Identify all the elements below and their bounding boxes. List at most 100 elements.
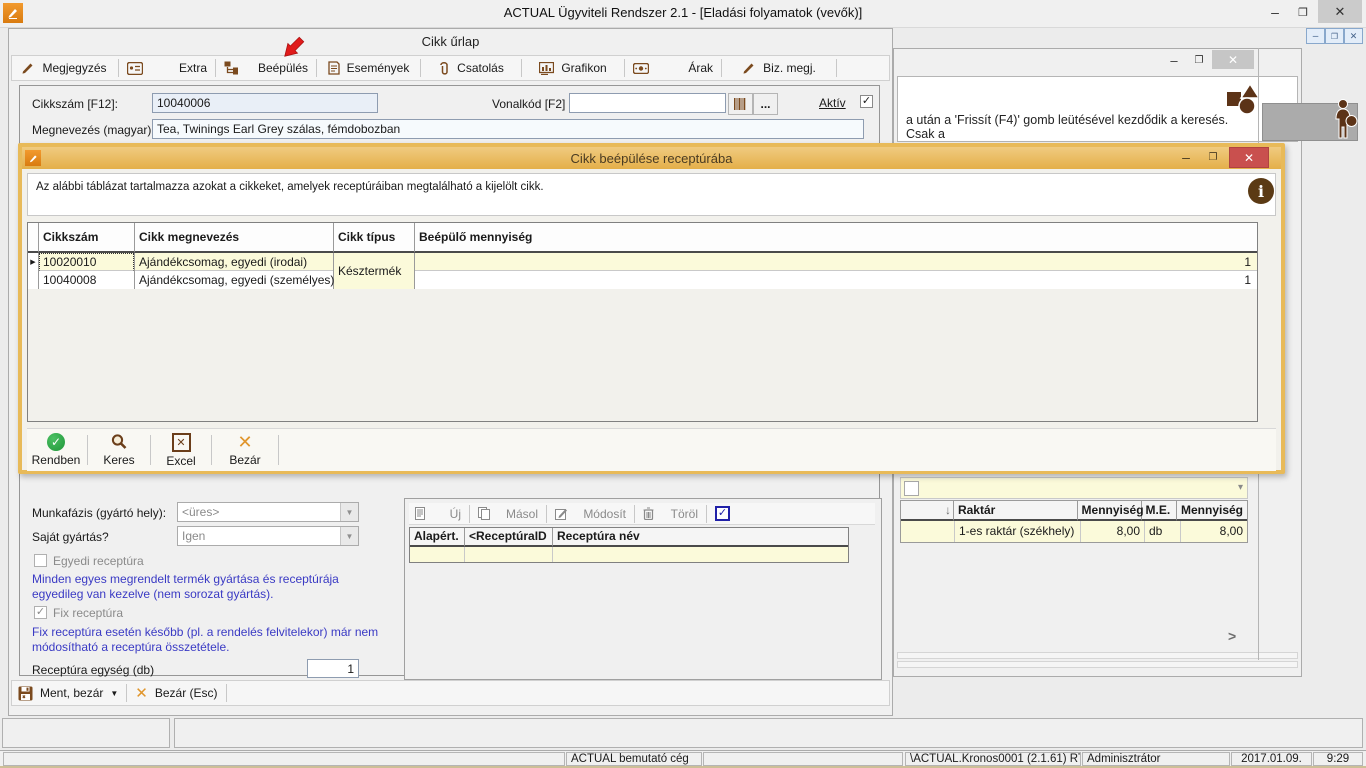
raktar-row[interactable]: 1-es raktár (székhely) 8,00 db 8,00	[901, 521, 1247, 542]
combo-arrow-icon: ▼	[340, 527, 358, 545]
rendben-button[interactable]: ✓ Rendben	[27, 429, 85, 471]
mennyiseg-col-header[interactable]: Mennyiség	[1078, 501, 1142, 521]
rendben-label: Rendben	[32, 453, 81, 467]
modal-maximize-button[interactable]: ❐	[1201, 147, 1225, 167]
grafikon-button[interactable]: Grafikon	[524, 56, 622, 80]
table-cell-mennyiseg[interactable]: 1	[415, 253, 1257, 271]
table-cell-megnevezes[interactable]: Ajándékcsomag, egyedi (személyes)	[135, 271, 333, 289]
dropdown-arrow-icon: ▼	[110, 689, 118, 698]
fix-receptura-checkbox[interactable]: ✓	[34, 606, 47, 619]
beepules-modal: Cikk beépülése receptúrába – ❐ ✕ Az aláb…	[18, 143, 1285, 474]
csatolas-button[interactable]: Csatolás	[423, 56, 519, 80]
cikkszam-col-header[interactable]: Cikkszám	[39, 223, 135, 253]
arak-button[interactable]: Árak	[627, 56, 719, 80]
keres-button[interactable]: Keres	[90, 429, 148, 471]
cikkszam-input[interactable]: 10040006	[152, 93, 378, 113]
esemenyek-button[interactable]: Események	[319, 56, 418, 80]
biz-megj-button[interactable]: Biz. megj.	[724, 56, 834, 80]
aktiv-checkbox[interactable]: ✓	[860, 95, 873, 108]
tree-icon	[224, 61, 239, 75]
bottom-right-pane	[174, 718, 1363, 748]
raktar-filter-row[interactable]: ▾	[900, 477, 1248, 499]
status-time: 9:29	[1313, 752, 1363, 766]
cikk-tipus-col-header[interactable]: Cikk típus	[334, 223, 415, 253]
table-cell-tipus-merged[interactable]: Késztermék	[334, 253, 415, 289]
status-date: 2017.01.09.	[1231, 752, 1312, 766]
cikk-megnevezes-col-header[interactable]: Cikk megnevezés	[135, 223, 334, 253]
receptura-panel: Új Másol Módosít Töröl ✓ Alapért.	[404, 498, 882, 680]
extra-label: Extra	[179, 61, 207, 75]
modal-table: Cikkszám Cikk megnevezés Cikk típus Beép…	[27, 222, 1258, 422]
grafikon-label: Grafikon	[561, 61, 606, 75]
bezar-esc-button[interactable]: ✕ Bezár (Esc)	[129, 681, 223, 705]
csatolas-label: Csatolás	[457, 61, 504, 75]
cikk-urlap-title: Cikk űrlap	[9, 34, 892, 49]
main-minimize-button[interactable]: –	[1262, 2, 1288, 22]
scroll-right-chevron-icon[interactable]: >	[1228, 628, 1236, 644]
munkafazis-label: Munkafázis (gyártó hely):	[32, 506, 166, 520]
bg-maximize-button[interactable]: ❐	[1188, 52, 1210, 68]
copy-icon	[478, 507, 490, 520]
modal-close-button[interactable]: ✕	[1229, 147, 1269, 168]
egyseg-input[interactable]: 1	[307, 659, 359, 678]
excel-label: Excel	[166, 454, 195, 468]
main-close-button[interactable]: ✕	[1318, 0, 1362, 23]
mdi-close-button[interactable]: ✕	[1344, 28, 1363, 44]
egyedi-receptura-checkbox[interactable]	[34, 554, 47, 567]
modosit-button[interactable]: Módosít	[574, 507, 626, 521]
receptura-nev-col-header[interactable]: Receptúra név	[553, 528, 848, 547]
mennyiseg2-col-header[interactable]: Mennyiség	[1177, 501, 1247, 521]
modal-table-body: ▶ 10020010 10040008 Ajándékcsomag, egyed…	[28, 253, 1257, 289]
uj-button[interactable]: Új	[431, 507, 461, 521]
raktar-header-row: ↓ Raktár Mennyiség M.E. Mennyiség	[901, 501, 1247, 521]
modal-minimize-button[interactable]: –	[1173, 147, 1199, 167]
raktar-col-header[interactable]: Raktár	[954, 501, 1078, 521]
main-restore-button[interactable]: ❐	[1290, 2, 1316, 22]
table-cell-cikkszam[interactable]: 10040008	[39, 271, 134, 289]
megjegyzes-button[interactable]: Megjegyzés	[12, 56, 116, 80]
excel-button[interactable]: ✕ Excel	[153, 429, 209, 471]
fix-receptura-label: Fix receptúra	[53, 606, 123, 620]
table-cell-mennyiseg[interactable]: 1	[415, 271, 1257, 289]
more-button[interactable]: ...	[753, 93, 778, 115]
recepturaid-col-header[interactable]: <ReceptúraID	[465, 528, 553, 547]
bg-footer-strip	[897, 652, 1298, 659]
raktar-filter-checkbox[interactable]	[904, 481, 919, 496]
table-cell-cikkszam[interactable]: 10020010	[39, 253, 134, 271]
status-company: ACTUAL bemutató cég	[566, 752, 702, 766]
receptura-filter-checkbox[interactable]: ✓	[715, 506, 730, 521]
receptura-empty-row[interactable]	[410, 547, 848, 562]
table-cell-megnevezes[interactable]: Ajándékcsomag, egyedi (irodai)	[135, 253, 333, 271]
extra-button[interactable]: Extra	[121, 56, 213, 80]
row-marker-icon: ▶	[28, 253, 38, 271]
barcode-button[interactable]	[728, 93, 753, 115]
receptura-header-row: Alapért. <ReceptúraID Receptúra név	[410, 528, 848, 547]
modal-bezar-button[interactable]: ✕ Bezár	[214, 429, 276, 471]
shapes-icon	[1226, 83, 1260, 115]
mdi-minimize-button[interactable]: –	[1306, 28, 1325, 44]
info-icon: i	[1248, 178, 1274, 204]
masol-button[interactable]: Másol	[496, 507, 538, 521]
bg-minimize-button[interactable]: –	[1162, 52, 1186, 68]
status-empty-cell2	[703, 752, 903, 766]
vonalkod-input[interactable]	[569, 93, 726, 113]
alapert-col-header[interactable]: Alapért.	[410, 528, 465, 547]
sort-arrow-icon[interactable]: ↓	[901, 501, 954, 521]
filter-chevron-down-icon[interactable]: ▾	[1238, 482, 1243, 493]
ment-bezar-button[interactable]: Ment, bezár ▼	[12, 681, 124, 705]
pencil-icon	[742, 61, 756, 75]
megnevezes-input[interactable]: Tea, Twinings Earl Grey szálas, fémdoboz…	[152, 119, 864, 139]
keres-label: Keres	[103, 453, 134, 467]
me-col-header[interactable]: M.E.	[1142, 501, 1177, 521]
bg-close-button[interactable]: ✕	[1212, 50, 1254, 69]
new-doc-icon	[415, 507, 425, 520]
esemenyek-label: Események	[347, 61, 410, 75]
mennyiseg2-cell: 8,00	[1181, 521, 1247, 542]
torol-button[interactable]: Töröl	[660, 507, 698, 521]
sajat-gyartas-value: Igen	[178, 529, 340, 543]
mdi-restore-button[interactable]: ❐	[1325, 28, 1344, 44]
sajat-gyartas-combo[interactable]: Igen▼	[177, 526, 359, 546]
main-title: ACTUAL Ügyviteli Rendszer 2.1 - [Eladási…	[0, 5, 1366, 20]
beepulo-mennyiseg-col-header[interactable]: Beépülő mennyiség	[415, 223, 1257, 253]
munkafazis-combo[interactable]: <üres>▼	[177, 502, 359, 522]
